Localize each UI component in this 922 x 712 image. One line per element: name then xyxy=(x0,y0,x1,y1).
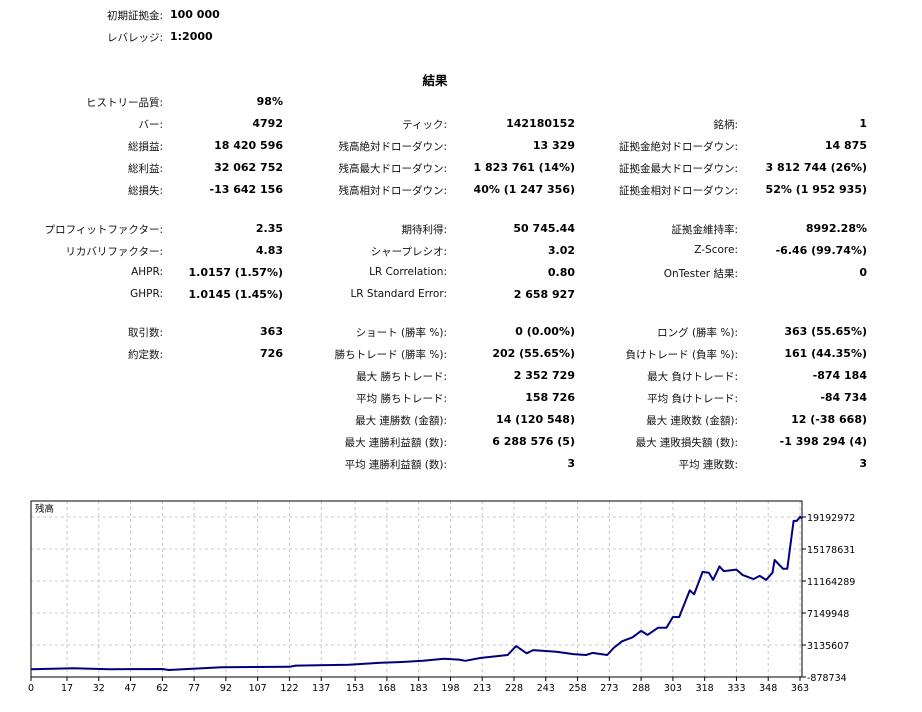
x-tick-label: 92 xyxy=(220,683,232,694)
x-tick-label: 258 xyxy=(568,683,586,694)
x-tick-label: 47 xyxy=(125,683,137,694)
x-tick-label: 303 xyxy=(664,683,682,694)
x-tick-label: 77 xyxy=(188,683,200,694)
chart-title: 残高 xyxy=(35,503,54,515)
y-tick-label: 7149948 xyxy=(807,609,849,620)
x-tick-label: 348 xyxy=(759,683,777,694)
balance-chart: 残高 0 17 32 47 62 77 92 107 122 137 153 168 183 198 213… xyxy=(28,500,855,694)
x-tick-label: 122 xyxy=(280,683,298,694)
x-tick-label: 228 xyxy=(505,683,523,694)
x-tick-label: 137 xyxy=(312,683,330,694)
y-tick-label: 11164289 xyxy=(807,577,855,588)
x-tick-label: 288 xyxy=(632,683,650,694)
x-tick-label: 213 xyxy=(473,683,491,694)
x-tick-label: 318 xyxy=(696,683,714,694)
x-tick-label: 0 xyxy=(28,683,34,694)
y-tick-label: -878734 xyxy=(807,673,847,684)
x-tick-label: 107 xyxy=(249,683,267,694)
x-tick-label: 153 xyxy=(346,683,364,694)
x-tick-label: 168 xyxy=(378,683,396,694)
balance-line xyxy=(30,515,803,671)
x-tick-label: 333 xyxy=(727,683,745,694)
y-tick-label: 19192972 xyxy=(807,513,855,524)
x-tick-label: 32 xyxy=(93,683,105,694)
x-tick-label: 62 xyxy=(156,683,168,694)
plot-frame xyxy=(30,500,803,678)
x-tick-label: 198 xyxy=(441,683,459,694)
chart-grid xyxy=(31,501,802,677)
y-tick-label: 3135607 xyxy=(807,641,849,652)
y-tick-label: 15178631 xyxy=(807,545,855,556)
x-tick-label: 243 xyxy=(537,683,555,694)
x-tick-label: 363 xyxy=(791,683,809,694)
x-tick-label: 17 xyxy=(61,683,73,694)
x-tick-label: 183 xyxy=(410,683,428,694)
x-tick-label: 273 xyxy=(600,683,618,694)
